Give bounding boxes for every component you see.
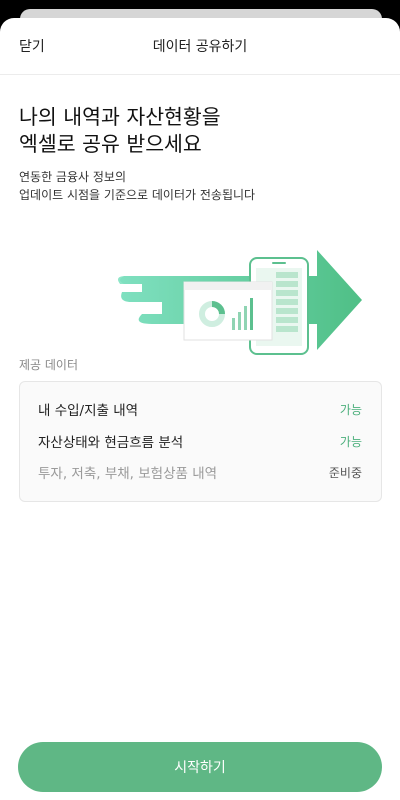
sheet-header: 닫기 데이터 공유하기 [0, 18, 400, 75]
headline-line-1: 나의 내역과 자산현황을 [19, 105, 221, 129]
list-item: 자산상태와 현금흐름 분석 가능 [38, 431, 362, 452]
status-badge: 가능 [339, 402, 362, 417]
provided-data-card: 내 수입/지출 내역 가능 자산상태와 현금흐름 분석 가능 투자, 저축, 부… [19, 381, 382, 502]
sheet-title: 데이터 공유하기 [152, 39, 248, 55]
provided-data-label: 제공 데이터 [19, 358, 79, 372]
description-line-1: 연동한 금융사 정보의 [19, 170, 126, 184]
item-name: 자산상태와 현금흐름 분석 [38, 435, 184, 451]
item-name: 투자, 저축, 부채, 보험상품 내역 [38, 466, 218, 482]
start-button-container: 시작하기 [18, 742, 382, 792]
item-name: 내 수입/지출 내역 [38, 403, 139, 419]
list-item: 내 수입/지출 내역 가능 [38, 399, 362, 420]
list-item: 투자, 저축, 부채, 보험상품 내역 준비중 [38, 462, 362, 483]
status-badge: 준비중 [328, 465, 362, 480]
spreadsheet-share-illustration [112, 240, 362, 358]
start-button[interactable]: 시작하기 [18, 742, 382, 792]
headline-line-2: 엑셀로 공유 받으세요 [19, 132, 202, 156]
status-badge: 가능 [339, 434, 362, 449]
share-data-sheet: 닫기 데이터 공유하기 나의 내역과 자산현황을 엑셀로 공유 받으세요 연동한… [0, 18, 400, 800]
description-line-2: 업데이트 시점을 기준으로 데이터가 전송됩니다 [19, 188, 256, 202]
headline: 나의 내역과 자산현황을 엑셀로 공유 받으세요 [19, 104, 359, 158]
description: 연동한 금융사 정보의 업데이트 시점을 기준으로 데이터가 전송됩니다 [19, 168, 379, 204]
